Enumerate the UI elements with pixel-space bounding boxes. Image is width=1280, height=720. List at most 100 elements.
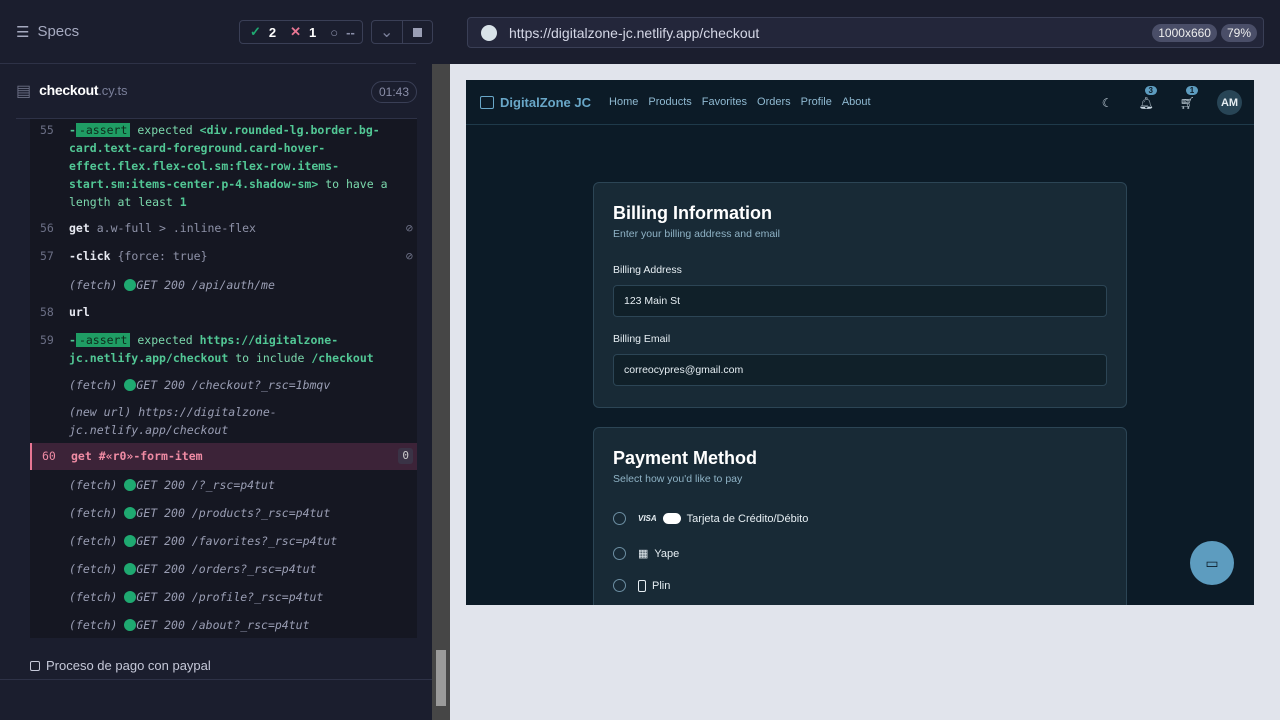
avatar[interactable]: AM [1217, 90, 1242, 115]
command-name: (fetch) [69, 562, 118, 576]
chat-icon: ▭ [1205, 554, 1219, 571]
billing-address-label: Billing Address [613, 264, 682, 276]
command-number: 58 [40, 305, 54, 319]
stop-button[interactable] [401, 21, 433, 43]
command-name: (fetch) [69, 506, 118, 520]
command-message: GET 200 /orders?_rsc=p4tut [136, 562, 317, 576]
command-value: /checkout [311, 351, 374, 365]
run-controls: ⌄ [371, 20, 433, 44]
command-value: 1 [179, 195, 187, 209]
status-dot-icon [124, 279, 137, 291]
command-name: get [71, 449, 92, 463]
test-stats: ✓ 2 ✕ 1 ○ -- [239, 20, 363, 44]
specs-icon: ☰ [16, 23, 30, 41]
command-name: (fetch) [69, 478, 118, 492]
billing-email-input[interactable]: correocypres@gmail.com [613, 354, 1107, 386]
command-message: GET 200 /checkout?_rsc=1bmqv [136, 378, 331, 392]
brand-name: DigitalZone JC [500, 94, 592, 110]
duration: 01:43 [370, 81, 417, 103]
assert-tag: -assert [75, 333, 131, 347]
command-message: {force: true} [117, 249, 208, 263]
command-message: expected [137, 123, 193, 137]
billing-email-label: Billing Email [613, 333, 671, 345]
package-icon [480, 95, 494, 109]
payment-option-yape[interactable]: ▦ Yape [613, 547, 679, 560]
command-name: (fetch) [69, 378, 118, 392]
eye-slash-icon: ⊘ [405, 221, 413, 235]
command-message: GET 200 /api/auth/me [136, 278, 275, 292]
nav-home[interactable]: Home [609, 96, 638, 108]
qr-code-icon: ▦ [638, 548, 649, 560]
assert-tag: -assert [75, 123, 131, 137]
radio-button[interactable] [613, 579, 626, 592]
chevron-down-icon[interactable]: ⌄ [372, 21, 402, 43]
app-iframe: DigitalZone JC Home Products Favorites O… [466, 80, 1254, 605]
element-count-badge: 0 [398, 448, 413, 464]
file-icon: ▤ [16, 83, 32, 100]
billing-subtitle: Enter your billing address and email [613, 228, 780, 240]
command-number: 56 [40, 221, 54, 235]
radio-button[interactable] [613, 512, 626, 525]
x-icon: ✕ [290, 24, 302, 39]
command-name: (fetch) [69, 590, 118, 604]
command-message: GET 200 /?_rsc=p4tut [136, 478, 275, 492]
scrollbar-thumb[interactable] [436, 650, 446, 706]
bell-icon[interactable]: 🔔︎ 3 [1139, 85, 1157, 110]
command-name: (fetch) [69, 618, 118, 632]
command-message: #«r0»-form-item [98, 449, 203, 463]
command-message: to include [235, 351, 305, 365]
url-bar: https://digitalzone-jc.netlify.app/check… [467, 17, 1264, 48]
failed-count: 1 [309, 24, 317, 40]
brand-logo[interactable]: DigitalZone JC [480, 95, 591, 110]
moon-icon[interactable]: ☾ [1102, 96, 1113, 110]
nav-about[interactable]: About [842, 96, 871, 108]
check-icon: ✓ [250, 24, 261, 39]
test-item[interactable]: Proceso de pago con paypal [30, 658, 211, 673]
eye-slash-icon: ⊘ [405, 249, 413, 263]
command-message: GET 200 /products?_rsc=p4tut [136, 506, 331, 520]
app-navbar: DigitalZone JC Home Products Favorites O… [466, 80, 1254, 125]
command-message: expected [137, 333, 193, 347]
nav-profile[interactable]: Profile [801, 96, 832, 108]
command-name: (new url) [69, 405, 132, 419]
command-number: 55 [40, 123, 54, 137]
option-label: Tarjeta de Crédito/Débito [686, 512, 809, 525]
nav-orders[interactable]: Orders [757, 96, 791, 108]
cart-icon[interactable]: 🛒︎ 1 [1180, 85, 1199, 110]
chat-button[interactable]: ▭ [1190, 541, 1234, 585]
command-number: 57 [40, 249, 54, 263]
status-dot-icon [124, 479, 137, 491]
option-label: Yape [654, 547, 680, 560]
radio-button[interactable] [613, 547, 626, 560]
payment-subtitle: Select how you'd like to pay [613, 473, 743, 485]
nav-products[interactable]: Products [648, 96, 691, 108]
failed-command-row[interactable]: 60 get #«r0»-form-item 0 [30, 443, 417, 470]
file-name: checkout [39, 82, 99, 98]
specs-label: Specs [37, 23, 80, 40]
billing-address-input[interactable]: 123 Main St [613, 285, 1107, 317]
command-name: -click [69, 249, 111, 263]
mastercard-icon [662, 513, 681, 524]
passed-count: 2 [268, 24, 277, 40]
status-dot-icon [124, 379, 137, 391]
payment-option-plin[interactable]: Plin [613, 579, 670, 592]
status-dot-icon [124, 563, 137, 575]
spec-file-header: ▤ checkout.cy.ts 01:43 [16, 64, 417, 119]
command-name: (fetch) [69, 534, 118, 548]
command-name: get [69, 221, 90, 235]
test-status-icon [30, 660, 40, 671]
visa-icon: VISA [638, 514, 657, 523]
cart-count: 1 [1185, 85, 1199, 95]
nav-favorites[interactable]: Favorites [702, 96, 747, 108]
command-number: 60 [42, 449, 56, 463]
status-dot-icon [124, 619, 137, 631]
viewport-badge: 1000x660 [1152, 23, 1217, 42]
payment-option-card[interactable]: VISA Tarjeta de Crédito/Débito [613, 512, 808, 525]
payment-card: Payment Method Select how you'd like to … [593, 427, 1127, 605]
url-text: https://digitalzone-jc.netlify.app/check… [509, 24, 760, 41]
specs-button[interactable]: ☰ Specs [16, 23, 79, 41]
billing-card: Billing Information Enter your billing a… [593, 182, 1127, 408]
reporter-scrollbar[interactable] [432, 64, 450, 720]
test-title: Proceso de pago con paypal [46, 658, 211, 673]
smartphone-icon [638, 579, 646, 592]
